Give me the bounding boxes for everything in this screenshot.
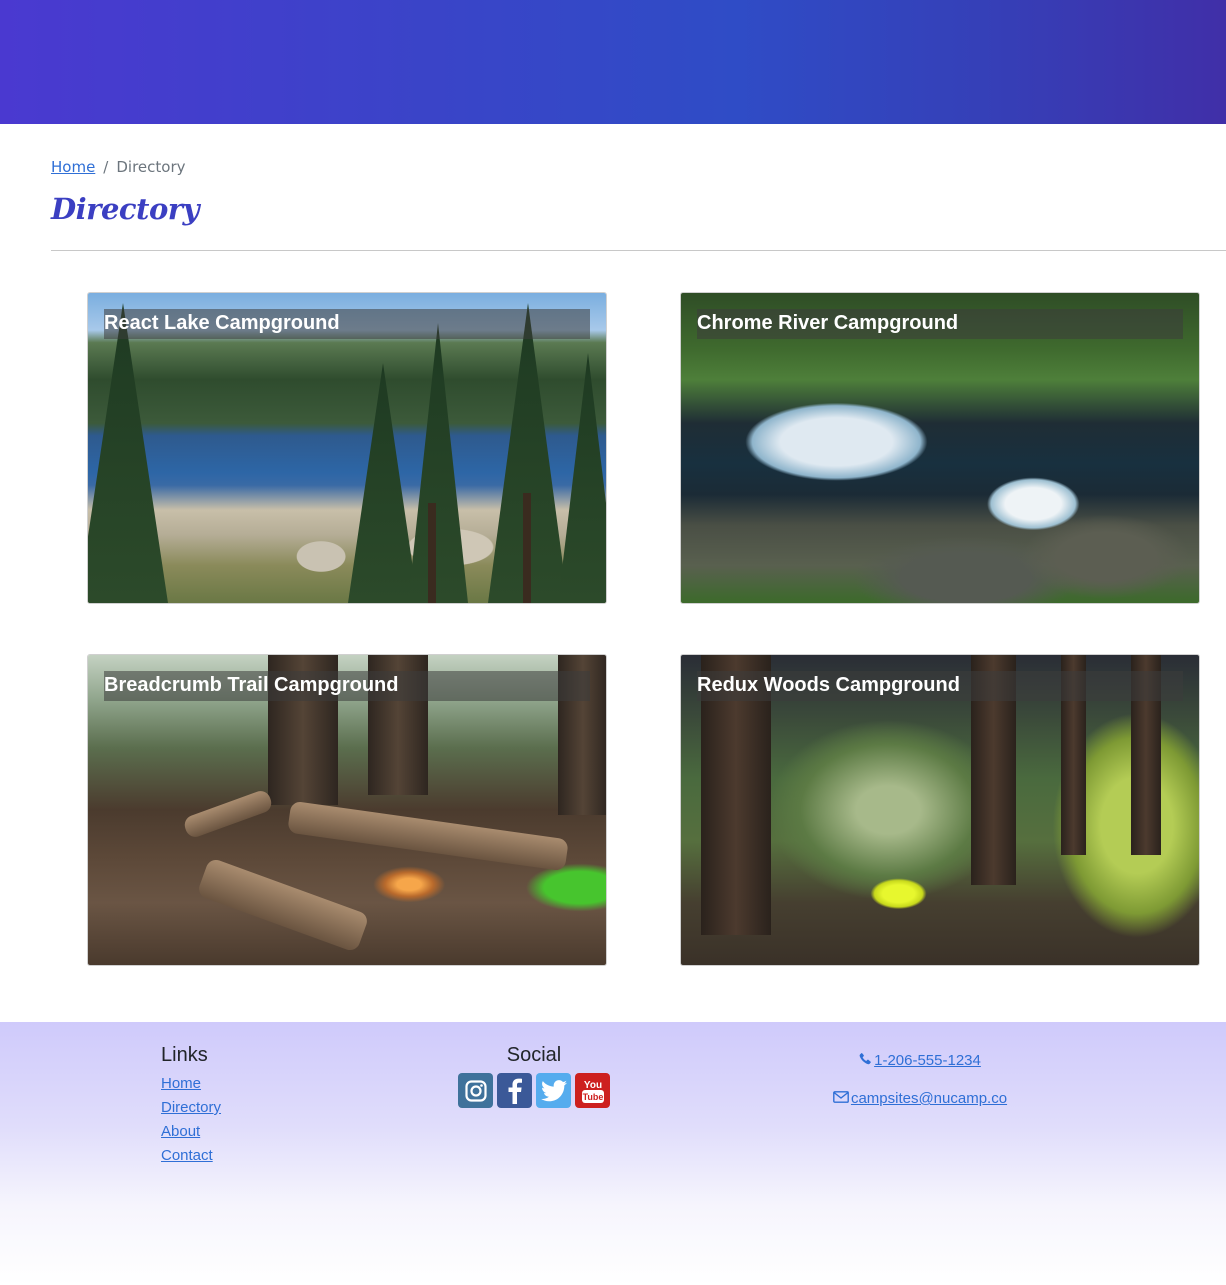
card-title-bar: Chrome River Campground — [697, 309, 1183, 339]
campsite-image — [88, 293, 606, 603]
footer-link-about[interactable]: About — [161, 1123, 200, 1140]
card-title-bar: Breadcrumb Trail Campground — [104, 671, 590, 701]
campsite-card[interactable]: React Lake Campground — [87, 292, 607, 604]
footer-social-column: Social You Tube — [458, 1044, 610, 1108]
campsite-card[interactable]: Redux Woods Campground — [680, 654, 1200, 966]
youtube-icon[interactable]: You Tube — [575, 1073, 610, 1108]
breadcrumb-current: Directory — [116, 158, 186, 176]
card-title-bar: React Lake Campground — [104, 309, 590, 339]
campsite-image — [681, 655, 1199, 965]
campsite-card[interactable]: Chrome River Campground — [680, 292, 1200, 604]
instagram-icon[interactable] — [458, 1073, 493, 1108]
envelope-icon — [833, 1090, 849, 1107]
campsite-card[interactable]: Breadcrumb Trail Campground — [87, 654, 607, 966]
breadcrumb-home-link[interactable]: Home — [51, 158, 95, 176]
footer-social-heading: Social — [506, 1044, 562, 1066]
email-link[interactable]: campsites@nucamp.co — [833, 1090, 1007, 1107]
social-icons: You Tube — [458, 1073, 610, 1108]
card-title: Redux Woods Campground — [697, 674, 960, 696]
svg-text:Tube: Tube — [582, 1092, 603, 1102]
phone-number: 1-206-555-1234 — [874, 1052, 981, 1069]
phone-icon — [859, 1052, 872, 1069]
divider — [51, 250, 1226, 251]
svg-text:You: You — [583, 1080, 601, 1091]
twitter-icon[interactable] — [536, 1073, 571, 1108]
phone-link[interactable]: 1-206-555-1234 — [859, 1052, 981, 1069]
breadcrumb-separator: / — [103, 158, 109, 176]
header-banner — [0, 0, 1226, 124]
card-title: Breadcrumb Trail Campground — [104, 674, 399, 696]
page-title: Directory — [51, 192, 199, 226]
footer-link-contact[interactable]: Contact — [161, 1147, 213, 1164]
card-title: Chrome River Campground — [697, 312, 959, 334]
site-footer: Links Home Directory About Contact Socia… — [0, 1022, 1226, 1285]
email-row: campsites@nucamp.co — [827, 1090, 1013, 1128]
footer-links-heading: Links — [161, 1044, 208, 1066]
campsite-image — [88, 655, 606, 965]
breadcrumb: Home / Directory — [51, 158, 186, 176]
card-title-bar: Redux Woods Campground — [697, 671, 1183, 701]
footer-contact-column: 1-206-555-1234 campsites@nucamp.co — [827, 1052, 1013, 1128]
card-title: React Lake Campground — [104, 312, 340, 334]
footer-link-directory[interactable]: Directory — [161, 1099, 221, 1116]
footer-links-list: Home Directory About Contact — [161, 1075, 221, 1171]
email-address: campsites@nucamp.co — [850, 1090, 1008, 1107]
phone-row: 1-206-555-1234 — [827, 1052, 1013, 1090]
facebook-icon[interactable] — [497, 1073, 532, 1108]
footer-link-home[interactable]: Home — [161, 1075, 201, 1092]
campsite-image — [681, 293, 1199, 603]
footer-links-column: Links Home Directory About Contact — [161, 1044, 221, 1171]
